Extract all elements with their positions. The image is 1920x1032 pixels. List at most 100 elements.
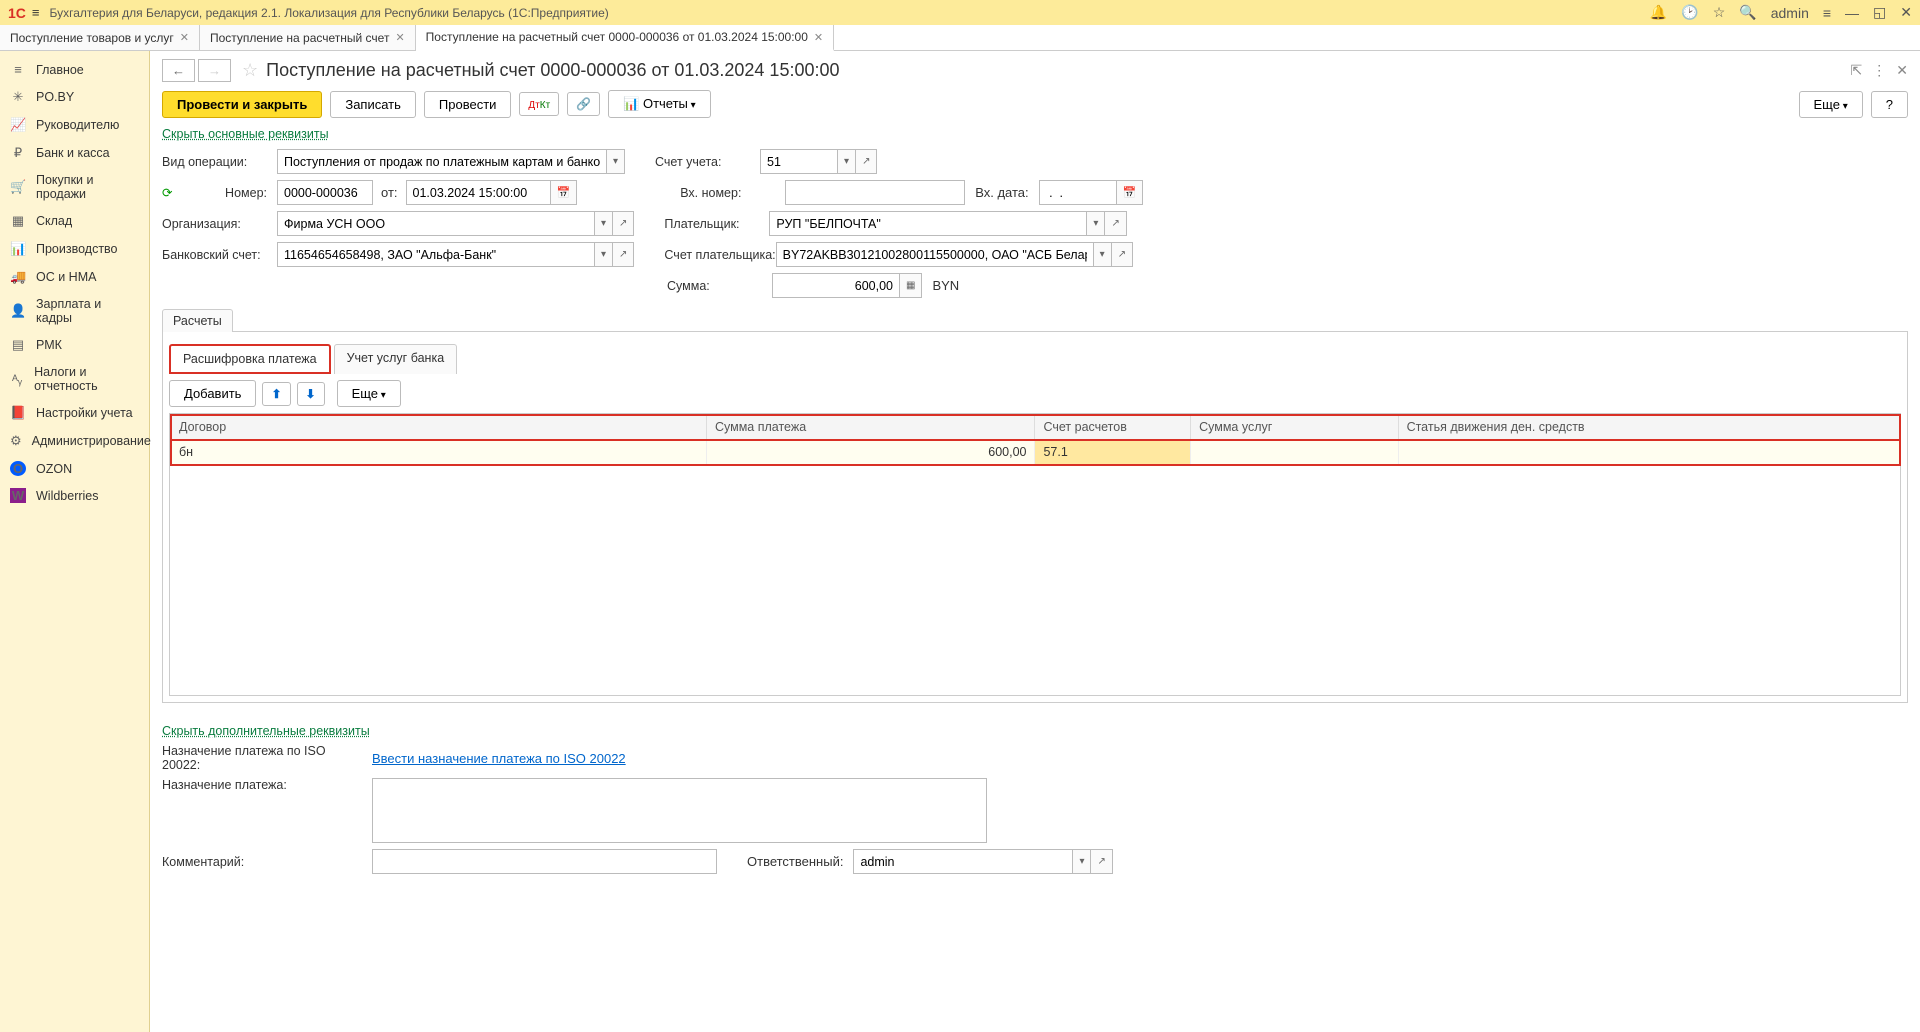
col-contract[interactable]: Договор [171,415,707,440]
account-field[interactable] [760,149,838,174]
org-field[interactable] [277,211,595,236]
cell-settlement-acc[interactable]: 57.1 [1035,440,1191,465]
sum-field[interactable] [772,273,900,298]
more-button[interactable]: Еще [1799,91,1863,118]
search-icon[interactable]: 🔍 [1739,4,1756,21]
calculator-icon[interactable]: ▦ [900,273,922,298]
sidebar-item-poby[interactable]: ✳PO.BY [0,83,149,111]
dropdown-icon[interactable]: ▾ [595,211,613,236]
in-number-field[interactable] [785,180,965,205]
comment-field[interactable] [372,849,717,874]
minimize-icon[interactable]: — [1845,5,1859,21]
responsible-field[interactable] [853,849,1073,874]
chart-icon: 📈 [10,117,26,133]
table-empty-area[interactable] [170,465,1900,695]
sidebar-item-production[interactable]: 📊Производство [0,235,149,263]
post-close-button[interactable]: Провести и закрыть [162,91,322,118]
help-button[interactable]: ? [1871,91,1908,118]
tab-close-icon[interactable]: ✕ [814,31,823,44]
more-icon[interactable]: ⋮ [1872,62,1886,79]
link-icon[interactable]: ⇱ [1851,62,1863,79]
write-button[interactable]: Записать [330,91,416,118]
hamburger-icon[interactable]: ≡ [32,5,40,20]
iso-link[interactable]: Ввести назначение платежа по ISO 20022 [372,751,626,766]
dropdown-icon[interactable]: ▾ [1087,211,1105,236]
cell-cash-flow[interactable] [1398,440,1899,465]
open-icon[interactable]: ↗ [613,242,634,267]
tab-bank-receipt-doc[interactable]: Поступление на расчетный счет 0000-00003… [416,25,834,51]
back-button[interactable]: ← [162,59,195,82]
sidebar-item-hr[interactable]: 👤Зарплата и кадры [0,291,149,331]
in-date-field[interactable] [1039,180,1117,205]
star-icon[interactable]: ☆ [1713,4,1726,21]
dropdown-icon[interactable]: ▾ [1073,849,1091,874]
history-icon[interactable]: 🕑 [1681,4,1698,21]
sidebar-item-sales[interactable]: 🛒Покупки и продажи [0,167,149,207]
sidebar-item-manager[interactable]: 📈Руководителю [0,111,149,139]
col-payment-sum[interactable]: Сумма платежа [706,415,1035,440]
table-more-button[interactable]: Еще [337,380,401,407]
dropdown-icon[interactable]: ▾ [595,242,613,267]
tab-goods-receipt[interactable]: Поступление товаров и услуг ✕ [0,25,200,50]
op-type-field[interactable] [277,149,607,174]
cell-service-sum[interactable] [1191,440,1398,465]
forward-button[interactable]: → [198,59,231,82]
sidebar-item-rmk[interactable]: ▤РМК [0,331,149,359]
sidebar-item-bank[interactable]: ₽Банк и касса [0,139,149,167]
settings-icon[interactable]: ≡ [1823,5,1831,21]
tab-payment-details[interactable]: Расшифровка платежа [169,344,331,374]
sidebar-item-taxes[interactable]: ᴬᵧНалоги и отчетность [0,359,149,399]
restore-icon[interactable]: ◱ [1873,4,1886,21]
tab-bank-receipt-list[interactable]: Поступление на расчетный счет ✕ [200,25,416,50]
sidebar-item-assets[interactable]: 🚚ОС и НМА [0,263,149,291]
dtct-button[interactable]: ДтКт [519,92,559,116]
open-icon[interactable]: ↗ [856,149,877,174]
cell-contract[interactable]: бн [171,440,707,465]
tab-bank-services[interactable]: Учет услуг банка [334,344,458,374]
section-tab-calculations[interactable]: Расчеты [162,309,233,332]
move-down-button[interactable]: ⬇ [297,382,325,406]
sidebar-item-warehouse[interactable]: ▦Склад [0,207,149,235]
close-page-icon[interactable]: ✕ [1896,62,1908,79]
hide-extra-link[interactable]: Скрыть дополнительные реквизиты [162,724,370,738]
dropdown-icon[interactable]: ▾ [838,149,856,174]
open-icon[interactable]: ↗ [1091,849,1112,874]
payer-field[interactable] [769,211,1087,236]
date-field[interactable] [406,180,551,205]
refresh-icon[interactable]: ⟳ [162,185,172,200]
reports-button[interactable]: 📊 Отчеты [608,90,711,118]
bell-icon[interactable]: 🔔 [1650,4,1667,21]
favorite-icon[interactable]: ☆ [242,60,258,81]
purpose-textarea[interactable] [372,778,987,843]
open-icon[interactable]: ↗ [1112,242,1133,267]
tab-close-icon[interactable]: ✕ [395,31,404,44]
bank-acc-field[interactable] [277,242,595,267]
cell-payment-sum[interactable]: 600,00 [706,440,1035,465]
close-icon[interactable]: ✕ [1900,4,1912,21]
user-label[interactable]: admin [1771,5,1809,21]
col-cash-flow[interactable]: Статья движения ден. средств [1398,415,1899,440]
structure-button[interactable]: 🔗 [567,92,600,116]
col-settlement-acc[interactable]: Счет расчетов [1035,415,1191,440]
number-field[interactable] [277,180,373,205]
tab-close-icon[interactable]: ✕ [180,31,189,44]
add-button[interactable]: Добавить [169,380,256,407]
calendar-icon[interactable]: 📅 [551,180,578,205]
post-button[interactable]: Провести [424,91,512,118]
open-icon[interactable]: ↗ [613,211,634,236]
col-service-sum[interactable]: Сумма услуг [1191,415,1398,440]
sidebar-item-wildberries[interactable]: WWildberries [0,482,149,509]
table-row[interactable]: бн 600,00 57.1 [171,440,1900,465]
open-icon[interactable]: ↗ [1105,211,1126,236]
sidebar-item-settings[interactable]: 📕Настройки учета [0,399,149,427]
move-up-button[interactable]: ⬆ [262,382,290,406]
hide-main-link[interactable]: Скрыть основные реквизиты [162,127,329,141]
sidebar-item-main[interactable]: ≡Главное [0,56,149,83]
sidebar-item-admin[interactable]: ⚙Администрирование [0,427,149,455]
dropdown-icon[interactable]: ▾ [1094,242,1112,267]
sidebar-item-ozon[interactable]: OOZON [0,455,149,482]
home-icon: ≡ [10,62,26,77]
payer-acc-field[interactable] [776,242,1094,267]
calendar-icon[interactable]: 📅 [1117,180,1144,205]
dropdown-icon[interactable]: ▾ [607,149,625,174]
